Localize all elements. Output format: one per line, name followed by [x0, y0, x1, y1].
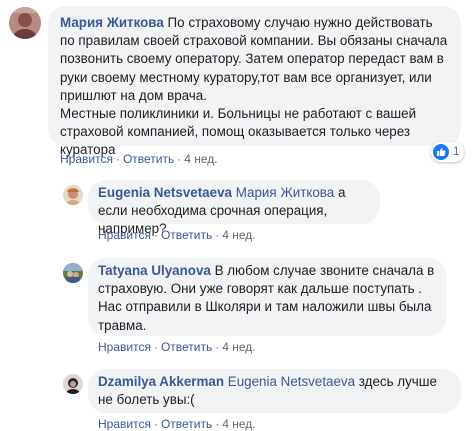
avatar[interactable]	[9, 7, 41, 39]
comment-bubble: Мария Житкова По страховому случаю нужно…	[48, 6, 461, 157]
reply-time[interactable]: 4 нед.	[222, 340, 255, 354]
comment-actions: Нравится · Ответить · 4 нед.	[60, 152, 218, 166]
comment-time[interactable]: 4 нед.	[184, 152, 217, 166]
reply-bubble: Tatyana Ulyanova В любом случае звоните …	[88, 258, 446, 336]
reply-actions: Нравится · Ответить · 4 нед.	[98, 340, 256, 354]
separator-dot: ·	[215, 228, 220, 242]
reply-actions: Нравится · Ответить · 4 нед.	[98, 228, 256, 242]
reply-author[interactable]: Tatyana Ulyanova	[98, 263, 211, 278]
separator-dot: ·	[153, 340, 158, 354]
like-link[interactable]: Нравится	[98, 340, 151, 354]
reaction-counter[interactable]: 1	[431, 142, 465, 162]
reply-bubble: Dzamilya Akkerman Eugenia Netsvetaeva зд…	[88, 369, 461, 413]
like-link[interactable]: Нравится	[98, 228, 151, 242]
comment-text: По страховому случаю нужно действовать п…	[60, 15, 448, 158]
reply-author[interactable]: Eugenia Netsvetaeva	[98, 185, 232, 200]
separator-dot: ·	[215, 340, 220, 354]
reply-link[interactable]: Ответить	[123, 152, 174, 166]
reply-link[interactable]: Ответить	[161, 228, 212, 242]
reply-link[interactable]: Ответить	[161, 340, 212, 354]
separator-dot: ·	[153, 228, 158, 242]
reply-mention[interactable]: Мария Житкова	[236, 185, 335, 200]
reply-author[interactable]: Dzamilya Akkerman	[98, 374, 224, 389]
like-link[interactable]: Нравится	[60, 152, 113, 166]
avatar[interactable]	[63, 185, 83, 205]
separator-dot: ·	[177, 152, 182, 166]
avatar[interactable]	[63, 263, 83, 283]
reply-time[interactable]: 4 нед.	[222, 228, 255, 242]
reaction-count: 1	[453, 146, 460, 158]
reply-mention[interactable]: Eugenia Netsvetaeva	[228, 374, 355, 389]
avatar[interactable]	[63, 374, 83, 394]
reply-bubble: Eugenia Netsvetaeva Мария Житкова а если…	[88, 180, 380, 236]
comment-author[interactable]: Мария Житкова	[60, 15, 164, 30]
like-icon	[433, 144, 449, 160]
separator-dot: ·	[115, 152, 120, 166]
